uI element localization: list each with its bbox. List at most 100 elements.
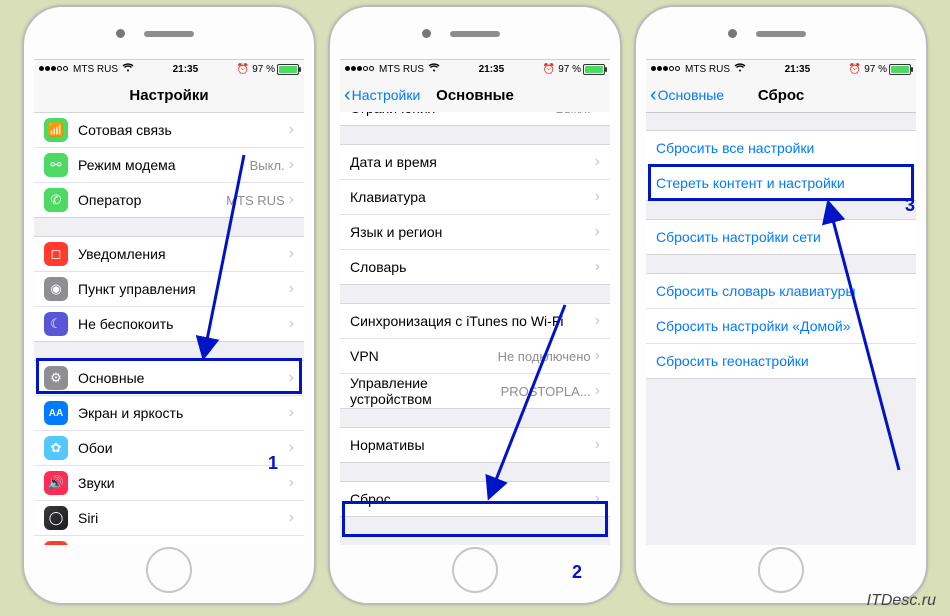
chevron-right-icon: › — [595, 188, 600, 206]
status-bar: MTS RUS 21:35 ⏰ 97 % — [340, 60, 610, 78]
step-2: 2 — [572, 562, 582, 583]
row-reset-network[interactable]: Сбросить настройки сети — [646, 220, 916, 254]
label-sounds: Звуки — [78, 475, 289, 491]
row-reset-keyboard[interactable]: Сбросить словарь клавиатуры — [646, 274, 916, 309]
label-reset-location: Сбросить геонастройки — [656, 353, 906, 369]
row-touchid[interactable]: ◉ Touch ID и код-пароль › — [34, 536, 304, 545]
carrier-text: MTS RUS — [685, 64, 730, 75]
label-display: Экран и яркость — [78, 405, 289, 421]
home-button[interactable] — [146, 547, 192, 593]
row-vpn[interactable]: VPNНе подключено› — [340, 339, 610, 374]
detail-restrictions: Выкл. — [556, 112, 591, 116]
chevron-right-icon: › — [289, 369, 294, 387]
alarm-icon: ⏰ — [543, 64, 555, 75]
speaker — [756, 31, 806, 37]
status-bar: MTS RUS 21:35 ⏰ 97 % — [646, 60, 916, 78]
row-device-management[interactable]: Управление устройствомPROSTOPLA...› — [340, 374, 610, 408]
control-center-icon: ◉ — [44, 277, 68, 301]
label-keyboard: Клавиатура — [350, 189, 595, 205]
signal-dots-icon — [651, 64, 681, 75]
row-display[interactable]: AA Экран и яркость › — [34, 396, 304, 431]
chevron-right-icon: › — [289, 245, 294, 263]
fingerprint-icon: ◉ — [44, 541, 68, 545]
row-siri[interactable]: ◯ Siri › — [34, 501, 304, 536]
battery-icon — [583, 64, 605, 75]
nav-bar: Настройки — [34, 78, 304, 113]
row-cellular[interactable]: 📶 Сотовая связь › — [34, 113, 304, 148]
carrier-text: MTS RUS — [73, 64, 118, 75]
row-notifications[interactable]: ◻ Уведомления › — [34, 237, 304, 272]
row-language[interactable]: Язык и регион› — [340, 215, 610, 250]
row-sounds[interactable]: 🔊 Звуки › — [34, 466, 304, 501]
label-dictionary: Словарь — [350, 259, 595, 275]
row-regulatory[interactable]: Нормативы› — [340, 428, 610, 462]
row-dictionary[interactable]: Словарь› — [340, 250, 610, 284]
detail-profile: PROSTOPLA... — [501, 384, 591, 399]
gear-icon: ⚙ — [44, 366, 68, 390]
chevron-right-icon: › — [289, 544, 294, 545]
page-title: Настройки — [34, 87, 304, 104]
chevron-right-icon: › — [595, 312, 600, 330]
chevron-right-icon: › — [289, 404, 294, 422]
row-reset-location[interactable]: Сбросить геонастройки — [646, 344, 916, 378]
row-wallpaper[interactable]: ✿ Обои › — [34, 431, 304, 466]
label-erase-all: Стереть контент и настройки — [656, 175, 906, 191]
detail-hotspot: Выкл. — [250, 158, 285, 173]
label-hotspot: Режим модема — [78, 157, 250, 173]
back-button[interactable]: ‹ Настройки — [340, 85, 420, 105]
chevron-right-icon: › — [595, 258, 600, 276]
carrier-text: MTS RUS — [379, 64, 424, 75]
row-hotspot[interactable]: ⚯ Режим модема Выкл. › — [34, 148, 304, 183]
battery-icon — [277, 64, 299, 75]
chevron-left-icon: ‹ — [650, 85, 657, 105]
label-language: Язык и регион — [350, 224, 595, 240]
wallpaper-icon: ✿ — [44, 436, 68, 460]
general-list: Ограничения Выкл. › Дата и время› Клавиа… — [340, 112, 610, 545]
status-time: 21:35 — [134, 64, 237, 75]
row-carrier[interactable]: ✆ Оператор MTS RUS › — [34, 183, 304, 217]
phone-general: MTS RUS 21:35 ⏰ 97 % ‹ Настройки Основны… — [328, 5, 622, 605]
chevron-right-icon: › — [289, 509, 294, 527]
speaker — [144, 31, 194, 37]
home-button[interactable] — [452, 547, 498, 593]
label-notifications: Уведомления — [78, 246, 289, 262]
row-datetime[interactable]: Дата и время› — [340, 145, 610, 180]
chevron-right-icon: › — [289, 121, 294, 139]
row-general[interactable]: ⚙ Основные › — [34, 361, 304, 396]
battery-text: 97 % — [252, 64, 275, 75]
notifications-icon: ◻ — [44, 242, 68, 266]
chevron-right-icon: › — [289, 191, 294, 209]
sounds-icon: 🔊 — [44, 471, 68, 495]
label-datetime: Дата и время — [350, 154, 595, 170]
battery-text: 97 % — [558, 64, 581, 75]
home-button[interactable] — [758, 547, 804, 593]
detail-carrier: MTS RUS — [226, 193, 285, 208]
row-erase-all[interactable]: Стереть контент и настройки — [646, 166, 916, 200]
chevron-right-icon: › — [595, 223, 600, 241]
screen-2: MTS RUS 21:35 ⏰ 97 % ‹ Настройки Основны… — [340, 59, 610, 545]
signal-dots-icon — [345, 64, 375, 75]
row-restrictions[interactable]: Ограничения Выкл. › — [340, 112, 610, 125]
row-dnd[interactable]: ☾ Не беспокоить › — [34, 307, 304, 341]
alarm-icon: ⏰ — [849, 64, 861, 75]
label-regulatory: Нормативы — [350, 437, 595, 453]
label-reset-all: Сбросить все настройки — [656, 140, 906, 156]
row-itunes-wifi[interactable]: Синхронизация с iTunes по Wi-Fi› — [340, 304, 610, 339]
back-button[interactable]: ‹ Основные — [646, 85, 724, 105]
row-reset-all[interactable]: Сбросить все настройки — [646, 131, 916, 166]
row-reset[interactable]: Сброс› — [340, 482, 610, 516]
label-reset-home: Сбросить настройки «Домой» — [656, 318, 906, 334]
label-reset-keyboard: Сбросить словарь клавиатуры — [656, 283, 906, 299]
label-reset: Сброс — [350, 491, 595, 507]
camera-dot — [116, 29, 125, 38]
status-bar: MTS RUS 21:35 ⏰ 97 % — [34, 60, 304, 78]
row-reset-home[interactable]: Сбросить настройки «Домой» — [646, 309, 916, 344]
battery-text: 97 % — [864, 64, 887, 75]
row-keyboard[interactable]: Клавиатура› — [340, 180, 610, 215]
status-time: 21:35 — [440, 64, 543, 75]
row-control-center[interactable]: ◉ Пункт управления › — [34, 272, 304, 307]
chevron-right-icon: › — [289, 474, 294, 492]
watermark: ITDesc.ru — [867, 592, 936, 610]
phone-reset: MTS RUS 21:35 ⏰ 97 % ‹ Основные Сброс Сб… — [634, 5, 928, 605]
antenna-icon: 📶 — [44, 118, 68, 142]
